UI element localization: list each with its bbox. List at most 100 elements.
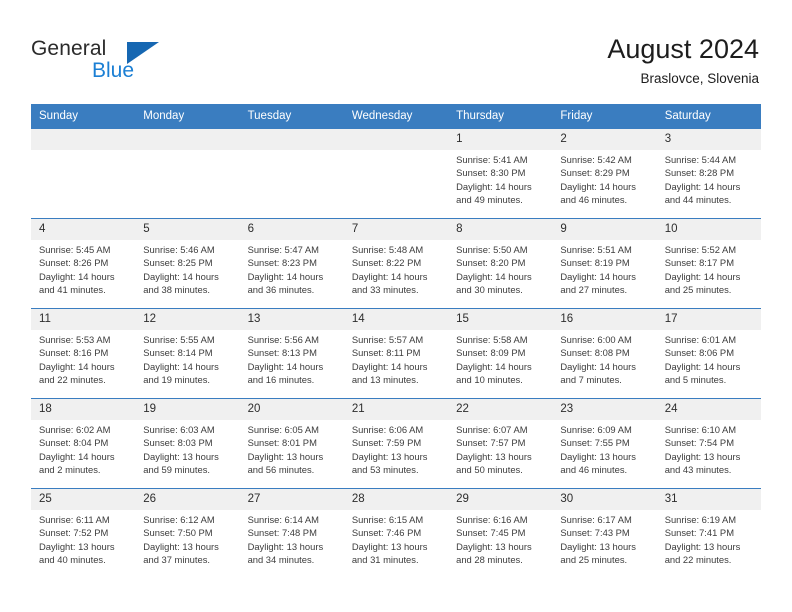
calendar-day-cell[interactable]: 25 Sunrise: 6:11 AM Sunset: 7:52 PM Dayligh…	[31, 488, 136, 579]
day-daylight2-text: and 2 minutes.	[39, 463, 101, 475]
day-sun-info: Sunrise: 5:46 AM Sunset: 8:25 PM Daylight:…	[135, 240, 239, 296]
calendar-day-cell[interactable]: 6 Sunrise: 5:47 AM Sunset: 8:23 PM Daylight…	[239, 218, 344, 309]
calendar-day-cell[interactable]: 20 Sunrise: 6:05 AM Sunset: 8:01 PM Dayligh…	[239, 398, 344, 489]
day-number: 10	[656, 219, 761, 240]
day-sunrise-text: Sunrise: 5:45 AM	[39, 244, 111, 255]
day-sunset-text: Sunset: 8:30 PM	[456, 167, 526, 179]
day-sunrise-text: Sunrise: 5:58 AM	[456, 334, 528, 345]
day-daylight2-text: and 46 minutes.	[560, 193, 628, 205]
day-sunset-text: Sunset: 8:28 PM	[664, 167, 734, 179]
calendar-day-cell[interactable]: 9 Sunrise: 5:51 AM Sunset: 8:19 PM Daylight…	[552, 218, 657, 309]
day-sunset-text: Sunset: 8:09 PM	[456, 347, 526, 359]
calendar-day-cell[interactable]: 15 Sunrise: 5:58 AM Sunset: 8:09 PM Dayligh…	[448, 308, 553, 399]
day-number: 12	[135, 309, 240, 330]
day-sun-info: Sunrise: 6:11 AM Sunset: 7:52 PM Daylight:…	[31, 510, 135, 566]
page-subtitle: Braslovce, Slovenia	[640, 71, 759, 86]
calendar-day-cell[interactable]: 3 Sunrise: 5:44 AM Sunset: 8:28 PM Daylight…	[656, 128, 761, 219]
day-sun-info: Sunrise: 6:17 AM Sunset: 7:43 PM Daylight:…	[552, 510, 656, 566]
day-sun-info: Sunrise: 5:51 AM Sunset: 8:19 PM Daylight:…	[552, 240, 656, 296]
day-daylight2-text: and 43 minutes.	[664, 463, 732, 475]
calendar-day-cell[interactable]: 11 Sunrise: 5:53 AM Sunset: 8:16 PM Dayligh…	[31, 308, 136, 399]
day-daylight2-text: and 56 minutes.	[247, 463, 315, 475]
day-number: 29	[448, 489, 553, 510]
day-sunset-text: Sunset: 7:45 PM	[456, 527, 526, 539]
calendar-day-cell[interactable]: 22 Sunrise: 6:07 AM Sunset: 7:57 PM Dayligh…	[448, 398, 553, 489]
day-number: 26	[135, 489, 240, 510]
day-sunset-text: Sunset: 7:54 PM	[664, 437, 734, 449]
logo[interactable]: General Blue	[31, 37, 211, 87]
calendar-day-cell[interactable]: 30 Sunrise: 6:17 AM Sunset: 7:43 PM Dayligh…	[552, 488, 657, 579]
day-number: 28	[343, 489, 449, 510]
day-sunrise-text: Sunrise: 6:10 AM	[664, 424, 737, 435]
title-block: August 2024 Braslovce, Slovenia	[607, 32, 759, 89]
calendar-day-cell[interactable]: 1 Sunrise: 5:41 AM Sunset: 8:30 PM Daylight…	[448, 128, 553, 219]
calendar-day-cell[interactable]: 29 Sunrise: 6:16 AM Sunset: 7:45 PM Dayligh…	[448, 488, 553, 579]
day-number: 20	[239, 399, 344, 420]
day-sun-info: Sunrise: 5:56 AM Sunset: 8:13 PM Daylight:…	[240, 330, 344, 386]
logo-text-blue: Blue	[92, 59, 135, 82]
day-daylight1-text: Daylight: 14 hours	[560, 180, 636, 192]
calendar-day-cell[interactable]: 16 Sunrise: 6:00 AM Sunset: 8:08 PM Dayligh…	[552, 308, 657, 399]
day-daylight1-text: Daylight: 13 hours	[247, 450, 324, 462]
day-sunset-text: Sunset: 8:04 PM	[39, 437, 109, 449]
day-number: 18	[31, 399, 136, 420]
day-daylight1-text: Daylight: 14 hours	[247, 360, 324, 372]
day-sun-info: Sunrise: 5:55 AM Sunset: 8:14 PM Daylight:…	[135, 330, 239, 386]
day-sunset-text: Sunset: 7:46 PM	[351, 527, 422, 539]
day-number: 2	[552, 129, 657, 150]
day-sunrise-text: Sunrise: 5:57 AM	[351, 334, 424, 345]
day-sunset-text: Sunset: 8:20 PM	[456, 257, 526, 269]
day-sunrise-text: Sunrise: 6:19 AM	[664, 514, 737, 525]
day-sun-info: Sunrise: 6:15 AM Sunset: 7:46 PM Daylight:…	[344, 510, 448, 566]
day-daylight1-text: Daylight: 13 hours	[351, 540, 428, 552]
day-number: 16	[552, 309, 657, 330]
calendar-day-cell[interactable]: 26 Sunrise: 6:12 AM Sunset: 7:50 PM Dayligh…	[135, 488, 240, 579]
calendar-day-cell[interactable]: 27 Sunrise: 6:14 AM Sunset: 7:48 PM Dayligh…	[239, 488, 344, 579]
day-daylight1-text: Daylight: 14 hours	[143, 270, 219, 282]
day-number: 7	[343, 219, 449, 240]
day-daylight1-text: Daylight: 13 hours	[143, 450, 219, 462]
day-number: 17	[656, 309, 761, 330]
day-daylight2-text: and 16 minutes.	[247, 373, 315, 385]
calendar-day-cell[interactable]: 18 Sunrise: 6:02 AM Sunset: 8:04 PM Dayligh…	[31, 398, 136, 489]
day-daylight1-text: Daylight: 13 hours	[456, 540, 532, 552]
calendar-day-cell[interactable]: 28 Sunrise: 6:15 AM Sunset: 7:46 PM Dayligh…	[343, 488, 449, 579]
calendar-day-cell[interactable]: 23 Sunrise: 6:09 AM Sunset: 7:55 PM Dayligh…	[552, 398, 657, 489]
calendar-day-cell[interactable]: 12 Sunrise: 5:55 AM Sunset: 8:14 PM Dayligh…	[135, 308, 240, 399]
weekday-header-monday: Monday	[135, 104, 240, 129]
calendar-day-cell[interactable]: 8 Sunrise: 5:50 AM Sunset: 8:20 PM Daylight…	[448, 218, 553, 309]
day-daylight2-text: and 40 minutes.	[39, 553, 106, 565]
day-sunrise-text: Sunrise: 6:11 AM	[39, 514, 110, 525]
calendar-day-cell[interactable]: 2 Sunrise: 5:42 AM Sunset: 8:29 PM Daylight…	[552, 128, 657, 219]
calendar-day-cell[interactable]: 10 Sunrise: 5:52 AM Sunset: 8:17 PM Dayligh…	[656, 218, 761, 309]
calendar-day-cell[interactable]: 14 Sunrise: 5:57 AM Sunset: 8:11 PM Dayligh…	[343, 308, 449, 399]
day-sun-info: Sunrise: 5:47 AM Sunset: 8:23 PM Daylight:…	[240, 240, 344, 296]
weekday-header-thursday: Thursday	[448, 104, 553, 129]
calendar-day-cell[interactable]: 19 Sunrise: 6:03 AM Sunset: 8:03 PM Dayligh…	[135, 398, 240, 489]
day-number	[135, 129, 240, 150]
day-sunrise-text: Sunrise: 6:00 AM	[560, 334, 632, 345]
day-daylight2-text: and 22 minutes.	[664, 553, 732, 565]
calendar-day-cell[interactable]: 13 Sunrise: 5:56 AM Sunset: 8:13 PM Dayligh…	[239, 308, 344, 399]
day-daylight2-text: and 59 minutes.	[143, 463, 210, 475]
day-sunset-text: Sunset: 7:52 PM	[39, 527, 109, 539]
calendar-week-row: 18 Sunrise: 6:02 AM Sunset: 8:04 PM Dayligh…	[31, 398, 761, 489]
day-sun-info: Sunrise: 6:07 AM Sunset: 7:57 PM Daylight:…	[448, 420, 552, 476]
day-sunset-text: Sunset: 8:29 PM	[560, 167, 630, 179]
calendar-day-cell[interactable]: 5 Sunrise: 5:46 AM Sunset: 8:25 PM Daylight…	[135, 218, 240, 309]
day-sunset-text: Sunset: 8:11 PM	[351, 347, 421, 359]
day-sunset-text: Sunset: 8:13 PM	[247, 347, 317, 359]
calendar-day-cell[interactable]: 7 Sunrise: 5:48 AM Sunset: 8:22 PM Daylight…	[343, 218, 449, 309]
calendar-day-cell[interactable]: 24 Sunrise: 6:10 AM Sunset: 7:54 PM Dayligh…	[656, 398, 761, 489]
day-daylight2-text: and 19 minutes.	[143, 373, 210, 385]
calendar-day-cell[interactable]: 31 Sunrise: 6:19 AM Sunset: 7:41 PM Dayligh…	[656, 488, 761, 579]
calendar-day-cell[interactable]: 17 Sunrise: 6:01 AM Sunset: 8:06 PM Dayligh…	[656, 308, 761, 399]
day-sunrise-text: Sunrise: 5:44 AM	[664, 154, 737, 165]
day-daylight2-text: and 38 minutes.	[143, 283, 210, 295]
day-daylight1-text: Daylight: 13 hours	[143, 540, 219, 552]
day-daylight1-text: Daylight: 14 hours	[351, 360, 428, 372]
day-daylight2-text: and 25 minutes.	[664, 283, 732, 295]
calendar-day-cell[interactable]: 21 Sunrise: 6:06 AM Sunset: 7:59 PM Dayligh…	[343, 398, 449, 489]
day-daylight2-text: and 7 minutes.	[560, 373, 622, 385]
calendar-day-cell[interactable]: 4 Sunrise: 5:45 AM Sunset: 8:26 PM Daylight…	[31, 218, 136, 309]
